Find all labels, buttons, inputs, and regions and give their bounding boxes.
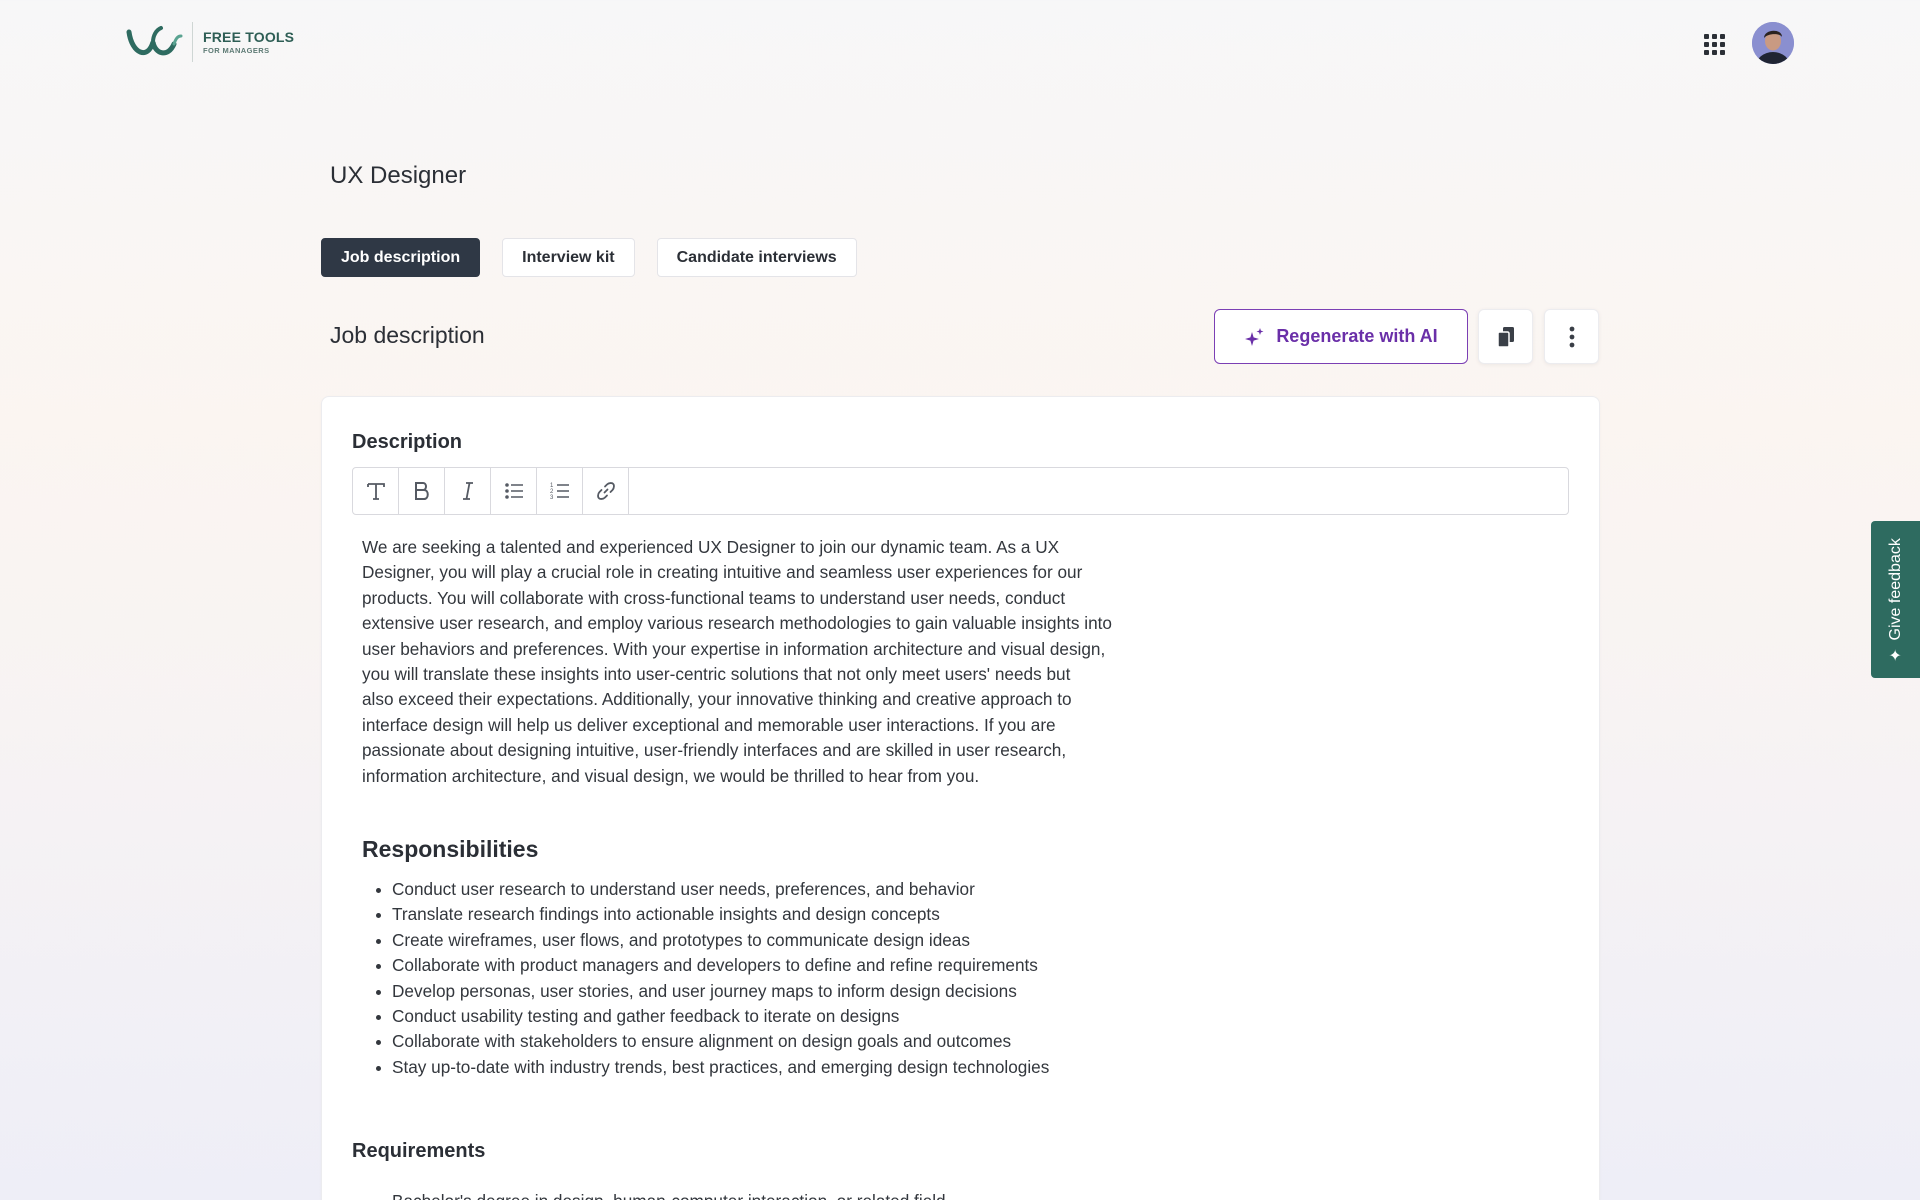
more-vertical-icon — [1569, 326, 1574, 347]
brand-title: FREE TOOLS — [203, 28, 295, 45]
list-item: Develop personas, user stories, and user… — [362, 979, 1049, 1004]
logo-divider — [192, 22, 193, 62]
grid-icon[interactable] — [1700, 30, 1726, 56]
section-title: Job description — [330, 322, 485, 348]
top-bar: FREE TOOLS FOR MANAGERS — [0, 0, 1920, 86]
brand-text: FREE TOOLS FOR MANAGERS — [203, 30, 294, 55]
list-item: Conduct user research to understand user… — [362, 877, 1049, 902]
requirements-heading: Requirements — [352, 1140, 486, 1162]
regenerate-label: Regenerate with AI — [1276, 326, 1438, 346]
list-item: Collaborate with stakeholders to ensure … — [362, 1029, 1049, 1054]
text-style-icon[interactable] — [353, 468, 399, 514]
tab-job-description[interactable]: Job description — [321, 238, 481, 277]
tab-bar: Job description Interview kit Candidate … — [321, 238, 857, 277]
intro-line: extensive user research, and employ vari… — [362, 613, 1112, 634]
editor-toolbar: 1 2 3 — [352, 467, 1569, 515]
intro-line: passionate about designing intuitive, us… — [362, 740, 1067, 761]
sparkle-icon: ✦ — [1887, 647, 1905, 662]
responsibilities-list: Conduct user research to understand user… — [362, 877, 1049, 1080]
link-icon[interactable] — [583, 468, 629, 514]
give-feedback-label: Give feedback — [1886, 537, 1904, 640]
job-description-card: Description 1 2 3 We are seeking a talen… — [321, 396, 1600, 1200]
intro-line: We are seeking a talented and experience… — [362, 537, 1060, 557]
page-title: UX Designer — [330, 162, 467, 189]
intro-line: user behaviors and preferences. With you… — [362, 638, 1106, 659]
description-label: Description — [352, 431, 463, 453]
list-item: Translate research findings into actiona… — [362, 902, 1049, 927]
intro-line: you will translate these insights into u… — [362, 664, 1071, 685]
responsibilities-heading: Responsibilities — [362, 836, 539, 862]
tab-candidate-interviews[interactable]: Candidate interviews — [656, 238, 857, 277]
list-item: Stay up-to-date with industry trends, be… — [362, 1055, 1049, 1080]
logo-mark-icon — [126, 26, 183, 56]
bold-icon[interactable] — [399, 468, 445, 514]
intro-line: information architecture, and visual des… — [362, 765, 980, 786]
brand-subtitle: FOR MANAGERS — [203, 45, 270, 55]
list-item: Bachelor's degree in design, human-compu… — [362, 1189, 946, 1200]
user-avatar[interactable] — [1752, 22, 1794, 64]
give-feedback-button[interactable]: ✦ Give feedback — [1871, 521, 1920, 678]
intro-line: products. You will collaborate with cros… — [362, 587, 1066, 608]
bullet-list-icon[interactable] — [491, 468, 537, 514]
intro-line: also exceed their expectations. Addition… — [362, 689, 1072, 710]
copy-icon — [1496, 326, 1514, 348]
list-item: Collaborate with product managers and de… — [362, 953, 1049, 978]
tab-interview-kit[interactable]: Interview kit — [502, 238, 635, 277]
description-editor[interactable]: We are seeking a talented and experience… — [362, 535, 1162, 789]
list-item: Create wireframes, user flows, and proto… — [362, 928, 1049, 953]
sparkle-icon — [1245, 327, 1264, 346]
list-item: Conduct usability testing and gather fee… — [362, 1004, 1049, 1029]
numbered-list-icon[interactable]: 1 2 3 — [537, 468, 583, 514]
intro-line: interface design will help us deliver ex… — [362, 714, 1056, 735]
italic-icon[interactable] — [445, 468, 491, 514]
regenerate-with-ai-button[interactable]: Regenerate with AI — [1214, 309, 1468, 364]
more-options-button[interactable] — [1544, 309, 1599, 364]
avatar-image — [1752, 22, 1794, 64]
brand-logo[interactable]: FREE TOOLS FOR MANAGERS — [126, 22, 294, 62]
intro-line: Designer, you will play a crucial role i… — [362, 562, 1083, 583]
requirements-list: Bachelor's degree in design, human-compu… — [362, 1189, 946, 1200]
copy-button[interactable] — [1478, 309, 1533, 364]
svg-text:3: 3 — [550, 495, 554, 501]
